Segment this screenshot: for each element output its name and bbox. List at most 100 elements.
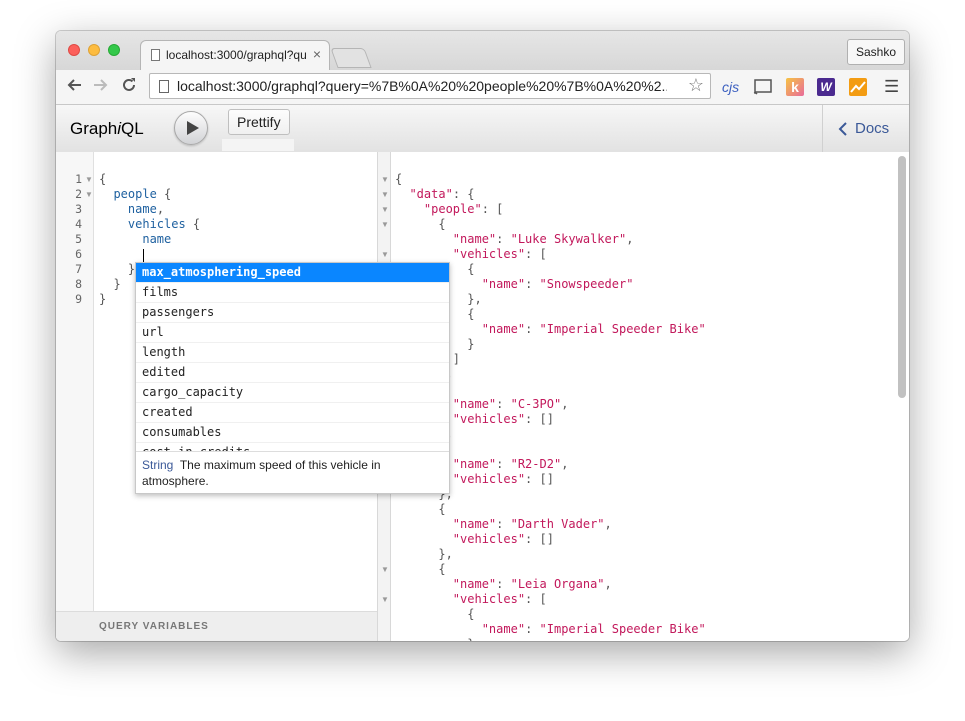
line-number: 6	[75, 247, 82, 261]
code-token: "Imperial Speeder Bike"	[539, 622, 706, 636]
fold-arrow-icon[interactable]: ▼	[381, 187, 389, 202]
minimize-window-button[interactable]	[88, 44, 100, 56]
autocomplete-item[interactable]: length	[136, 343, 449, 363]
code-token: people	[113, 187, 157, 201]
code-token: "name"	[452, 232, 497, 246]
code-line: "vehicles": [	[395, 247, 547, 262]
line-number: 4	[75, 217, 82, 231]
code-line: {	[99, 172, 106, 187]
docs-button[interactable]: Docs	[822, 105, 909, 152]
cjs-extension-icon[interactable]: cjs	[722, 78, 739, 96]
code-token: :	[525, 277, 540, 291]
page-icon	[151, 49, 160, 61]
code-token: :	[496, 397, 511, 411]
reload-icon[interactable]	[120, 76, 138, 98]
prettify-button[interactable]: Prettify	[228, 109, 290, 135]
fold-arrow-icon[interactable]: ▼	[381, 247, 389, 262]
address-bar[interactable]: localhost:3000/graphql?query=%7B%0A%20%2…	[149, 73, 711, 99]
fold-arrow-icon[interactable]: ▼	[381, 172, 389, 187]
code-token: : [	[481, 202, 504, 216]
fold-arrow-icon[interactable]: ▼	[381, 202, 389, 217]
line-number: 1	[75, 172, 82, 186]
code-token: "Imperial Speeder Bike"	[539, 322, 706, 336]
k-extension-icon[interactable]: k	[786, 78, 804, 96]
code-token: "name"	[481, 322, 526, 336]
forward-icon[interactable]	[92, 76, 110, 98]
autocomplete-item[interactable]: cargo_capacity	[136, 383, 449, 403]
code-line: {	[395, 607, 474, 622]
fold-arrow-icon[interactable]: ▼	[381, 217, 389, 232]
code-token: "vehicles"	[452, 532, 526, 546]
autocomplete-item[interactable]: url	[136, 323, 449, 343]
code-token: ,	[604, 577, 612, 591]
code-line: {	[395, 502, 445, 517]
code-token: ,	[626, 232, 634, 246]
result-scrollbar[interactable]	[898, 156, 906, 398]
code-line: }	[99, 277, 121, 292]
cast-icon[interactable]	[753, 79, 773, 97]
code-line: "vehicles": [	[395, 592, 547, 607]
code-line: "vehicles": []	[395, 532, 554, 547]
code-token: : [	[525, 592, 547, 606]
execute-query-button[interactable]	[174, 111, 208, 145]
bookmark-star-icon[interactable]: ☆	[688, 75, 704, 96]
fold-arrow-icon[interactable]: ▼	[381, 592, 389, 607]
autocomplete-item[interactable]: edited	[136, 363, 449, 383]
autocomplete-item[interactable]: passengers	[136, 303, 449, 323]
text-cursor	[143, 249, 144, 263]
browser-toolbar: localhost:3000/graphql?query=%7B%0A%20%2…	[56, 70, 909, 105]
chart-extension-icon[interactable]	[849, 78, 867, 96]
line-number: 3	[75, 202, 82, 216]
tab-title: localhost:3000/graphql?qu	[166, 48, 306, 62]
graphiql-toolbar: GraphiQL Prettify Docs	[56, 105, 909, 153]
maximize-window-button[interactable]	[108, 44, 120, 56]
close-tab-icon[interactable]: ×	[313, 46, 321, 62]
code-token: "vehicles"	[452, 412, 526, 426]
fold-arrow-icon[interactable]: ▼	[85, 172, 93, 187]
autocomplete-item[interactable]: cost_in_credits	[136, 443, 449, 451]
code-token: "vehicles"	[452, 592, 526, 606]
code-token: vehicles	[127, 217, 186, 231]
profile-button[interactable]: Sashko	[846, 39, 905, 65]
code-token: {	[467, 607, 475, 621]
graphiql-logo: GraphiQL	[70, 119, 144, 139]
code-line: vehicles {	[99, 217, 200, 232]
autocomplete-popup[interactable]: max_atmosphering_speed films passengers url…	[135, 262, 450, 494]
code-line: }	[99, 292, 106, 307]
code-token: : []	[525, 532, 554, 546]
close-window-button[interactable]	[68, 44, 80, 56]
code-token: "name"	[452, 517, 497, 531]
code-token: "name"	[452, 457, 497, 471]
fold-arrow-icon[interactable]: ▼	[381, 562, 389, 577]
line-number: 8	[75, 277, 82, 291]
query-variables-bar[interactable]: QUERY VARIABLES	[56, 611, 378, 641]
code-token: :	[496, 577, 511, 591]
code-line: {	[395, 562, 445, 577]
fold-arrow-icon[interactable]: ▼	[85, 187, 93, 202]
autocomplete-item[interactable]: films	[136, 283, 449, 303]
autocomplete-item[interactable]: max_atmosphering_speed	[136, 263, 449, 283]
browser-tab[interactable]: localhost:3000/graphql?qu ×	[140, 40, 330, 70]
code-token: }	[113, 277, 121, 291]
menu-icon[interactable]: ☰	[884, 78, 899, 96]
code-token: "vehicles"	[452, 247, 526, 261]
autocomplete-item[interactable]: created	[136, 403, 449, 423]
code-token: ,	[156, 202, 165, 216]
w-extension-icon[interactable]: W	[817, 78, 835, 96]
code-token: ,	[604, 517, 612, 531]
docs-label: Docs	[855, 120, 890, 137]
field-type[interactable]: String	[142, 458, 173, 472]
code-line: "name": "Darth Vader",	[395, 517, 612, 532]
code-token: ,	[561, 457, 569, 471]
code-token: :	[496, 457, 511, 471]
code-token: "vehicles"	[452, 472, 526, 486]
code-token: ,	[561, 397, 569, 411]
new-tab-button[interactable]	[330, 48, 372, 68]
result-viewer[interactable]: { "data": { "people": [ { "name": "Luke …	[391, 152, 909, 641]
code-token: : []	[525, 472, 554, 486]
code-line: {	[395, 172, 402, 187]
code-token: "R2-D2"	[510, 457, 562, 471]
back-icon[interactable]	[65, 76, 83, 98]
autocomplete-item[interactable]: consumables	[136, 423, 449, 443]
code-token: {	[395, 172, 403, 186]
